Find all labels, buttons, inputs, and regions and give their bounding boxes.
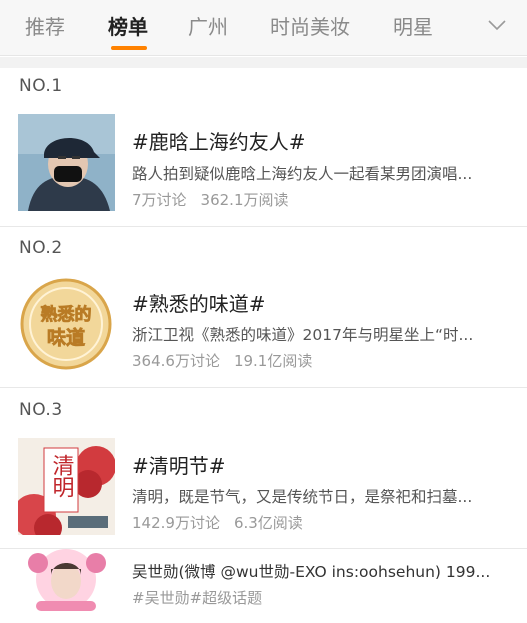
qingming-poster-image: 清明 — [18, 438, 115, 535]
read-count: 6.3亿阅读 — [233, 514, 303, 532]
topic-title[interactable]: 吴世勋(微博 @wu世勋-EXO ins:oohsehun) 199... — [132, 560, 507, 582]
topic-description: 路人拍到疑似鹿晗上海约友人一起看某男团演唱... — [132, 165, 473, 183]
tab-recommend[interactable]: 推荐 — [25, 12, 65, 42]
person-cap-mask-image — [18, 114, 115, 211]
active-tab-indicator — [111, 46, 147, 50]
rank-label: NO.3 — [19, 400, 63, 420]
discussion-count: 7万讨论 — [132, 191, 187, 209]
topic-stats: 7万讨论 362.1万阅读 — [132, 189, 303, 210]
chevron-down-icon[interactable] — [486, 14, 508, 36]
topic-stats: 142.9万讨论 6.3亿阅读 — [132, 512, 317, 533]
logo-text: 熟悉的 — [41, 304, 92, 325]
topic-description: 清明，既是节气，又是传统节日，是祭祀和扫墓... — [132, 488, 473, 506]
topic-thumbnail[interactable] — [18, 549, 115, 623]
topic-thumbnail[interactable]: 熟悉的 味道 — [18, 276, 115, 373]
tab-fashion-beauty[interactable]: 时尚美妆 — [270, 12, 350, 42]
topic-thumbnail[interactable]: 清明 — [18, 438, 115, 535]
rank-label: NO.1 — [19, 76, 63, 96]
topic-title[interactable]: #清明节# — [132, 450, 226, 479]
read-count: 19.1亿阅读 — [233, 352, 313, 370]
topic-description: 浙江卫视《熟悉的味道》2017年与明星坐上“时... — [132, 326, 474, 344]
topic-title[interactable]: #鹿晗上海约友人# — [132, 126, 306, 155]
celebrity-avatar-image — [18, 549, 115, 623]
discussion-count: 364.6万讨论 — [132, 352, 220, 370]
tab-ranking[interactable]: 榜单 — [108, 12, 148, 42]
tab-bar: 推荐 榜单 广州 时尚美妆 明星 — [0, 0, 527, 56]
divider — [0, 387, 527, 388]
topic-title[interactable]: #熟悉的味道# — [132, 288, 266, 317]
divider — [0, 226, 527, 227]
poster-text: 清明 — [49, 454, 75, 498]
logo-text: 味道 — [47, 326, 85, 349]
discussion-count: 142.9万讨论 — [132, 514, 220, 532]
topic-tags[interactable]: #吴世勋#超级话题 — [132, 587, 262, 608]
section-gap — [0, 57, 527, 68]
read-count: 362.1万阅读 — [200, 191, 289, 209]
show-logo-image: 熟悉的 味道 — [18, 276, 115, 373]
tab-celebrity[interactable]: 明星 — [393, 12, 433, 42]
topic-thumbnail[interactable] — [18, 114, 115, 211]
rank-label: NO.2 — [19, 238, 63, 258]
topic-stats: 364.6万讨论 19.1亿阅读 — [132, 350, 326, 371]
tab-guangzhou[interactable]: 广州 — [188, 12, 228, 42]
